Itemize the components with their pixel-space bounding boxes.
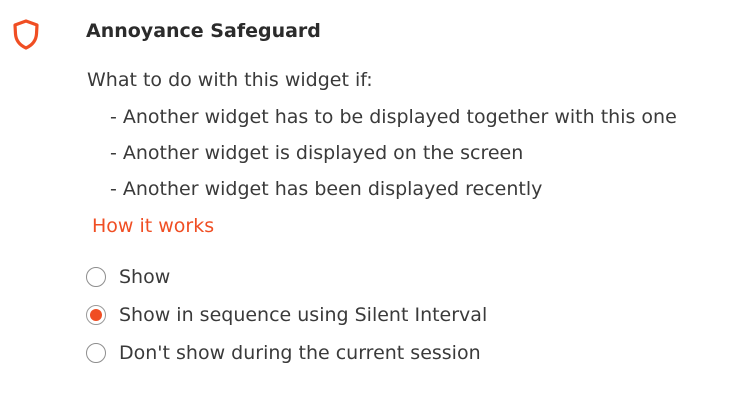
condition-item: - Another widget is displayed on the scr… (110, 142, 524, 164)
how-it-works-link[interactable]: How it works (92, 215, 214, 237)
radio-button[interactable] (86, 343, 106, 363)
section-title: Annoyance Safeguard (86, 20, 321, 42)
shield-icon (13, 19, 39, 50)
option-label: Don't show during the current session (119, 342, 481, 364)
option-show[interactable]: Show (86, 264, 170, 290)
option-label: Show (119, 266, 171, 288)
condition-item: - Another widget has to be displayed tog… (110, 106, 677, 128)
radio-button[interactable] (86, 267, 106, 287)
option-dont-show[interactable]: Don't show during the current session (86, 340, 481, 366)
option-label: Show in sequence using Silent Interval (119, 304, 488, 326)
radio-button[interactable] (86, 305, 106, 325)
condition-item: - Another widget has been displayed rece… (110, 178, 543, 200)
option-show-in-sequence[interactable]: Show in sequence using Silent Interval (86, 302, 487, 328)
intro-text: What to do with this widget if: (87, 69, 373, 91)
